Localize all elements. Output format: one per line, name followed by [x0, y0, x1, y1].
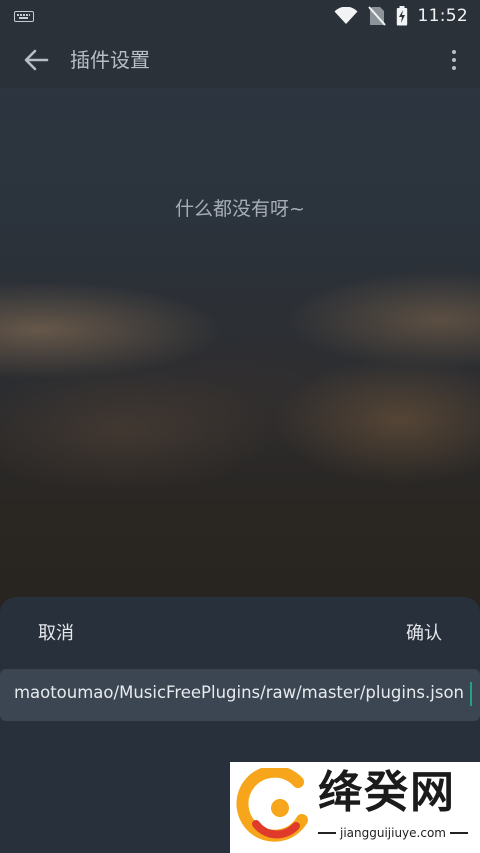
- more-vertical-icon-dot: [452, 58, 456, 62]
- watermark-brand: 绛癸网: [318, 767, 456, 818]
- battery-charging-icon: [396, 6, 407, 26]
- wifi-icon: [334, 7, 357, 24]
- back-button[interactable]: [20, 45, 52, 75]
- screen: 11:52 插件设置 什么都没有呀~ 取消 确认 maotoumao/Music…: [0, 0, 480, 853]
- more-options-button[interactable]: [450, 48, 458, 72]
- cancel-button[interactable]: 取消: [30, 615, 82, 649]
- confirm-button[interactable]: 确认: [398, 615, 450, 649]
- status-bar: 11:52: [0, 0, 480, 32]
- plugin-url-input[interactable]: maotoumao/MusicFreePlugins/raw/master/pl…: [0, 669, 480, 721]
- divider: [318, 832, 336, 834]
- empty-message: 什么都没有呀~: [175, 198, 305, 220]
- divider: [450, 832, 468, 834]
- plugin-url-value: maotoumao/MusicFreePlugins/raw/master/pl…: [13, 683, 464, 702]
- app-bar: 插件设置: [0, 32, 480, 88]
- no-sim-icon: [367, 6, 386, 26]
- text-cursor: [470, 682, 472, 706]
- brand-logo-icon: [236, 768, 308, 842]
- status-time: 11:52: [417, 6, 468, 26]
- watermark-domain: jiangguijiuye.com: [339, 826, 446, 840]
- status-icons: 11:52: [334, 5, 469, 27]
- more-vertical-icon: [452, 50, 456, 54]
- watermark-domain-row: jiangguijiuye.com: [318, 826, 468, 840]
- arrow-left-icon: [24, 49, 49, 71]
- more-vertical-icon-dot: [452, 66, 456, 70]
- watermark: 绛癸网 jiangguijiuye.com: [230, 762, 480, 853]
- keyboard-icon: [14, 11, 34, 22]
- page-title: 插件设置: [70, 48, 150, 72]
